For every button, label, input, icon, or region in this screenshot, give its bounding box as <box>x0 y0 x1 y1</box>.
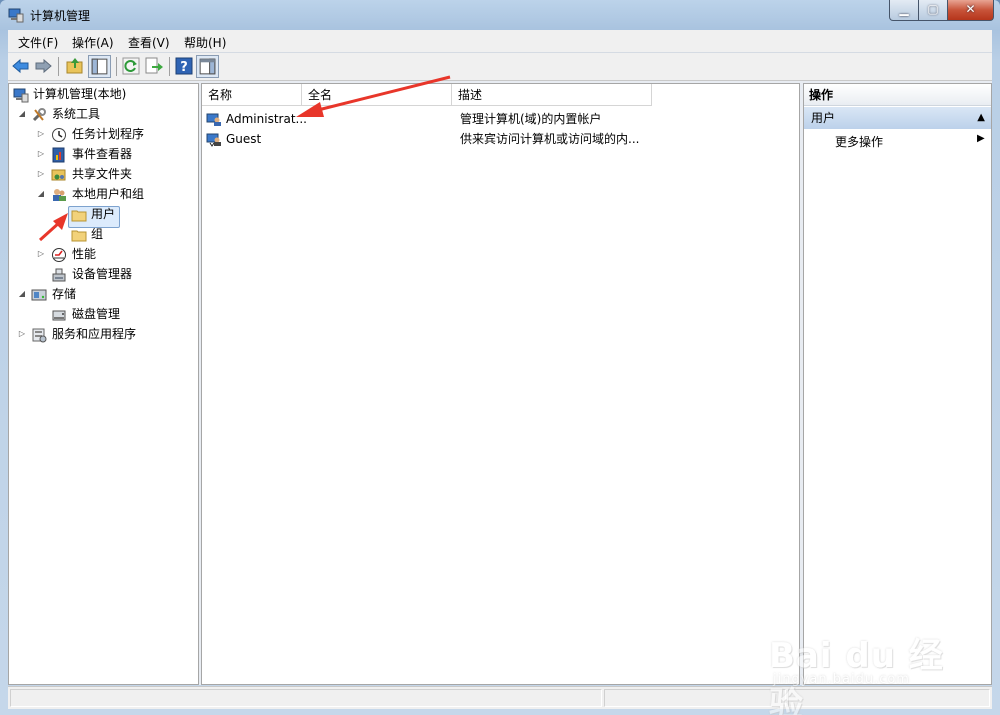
performance-icon <box>52 248 66 262</box>
minimize-icon: ▁ <box>899 2 909 16</box>
user-account-icon <box>206 113 221 126</box>
actions-header: 操作 <box>804 84 991 106</box>
close-button[interactable]: ✕ <box>947 0 994 21</box>
services-icon <box>32 328 47 343</box>
guest-account-icon <box>206 133 221 147</box>
folder-icon <box>71 210 87 222</box>
watermark-url: jingyan.baidu.com <box>773 672 910 687</box>
computer-management-icon <box>8 8 24 23</box>
collapsed-arrow-icon[interactable]: ▷ <box>36 144 46 164</box>
action-more-actions[interactable]: 更多操作 <box>835 132 883 152</box>
row-description: 管理计算机(域)的内置帐户 <box>460 112 602 126</box>
column-header-fullname[interactable]: 全名 <box>302 84 452 106</box>
tree-label: 用户 <box>91 207 116 221</box>
expanded-arrow-icon[interactable]: ◢ <box>36 184 46 204</box>
column-header-description[interactable]: 描述 <box>452 84 652 106</box>
actions-section-users[interactable]: 用户 ▲ <box>804 107 991 129</box>
tree-label: 组 <box>91 227 104 241</box>
title-bar[interactable]: 计算机管理 ▁ ▢ ✕ <box>0 0 1000 30</box>
tree-label: 设备管理器 <box>72 267 133 281</box>
computer-management-window: 计算机管理 ▁ ▢ ✕ 文件(F) 操作(A) 查看(V) 帮助(H) ? 计算… <box>0 0 1000 715</box>
window-title: 计算机管理 <box>30 9 91 23</box>
table-row[interactable]: Guest 供来宾访问计算机或访问域的内... <box>206 129 796 149</box>
expanded-arrow-icon[interactable]: ◢ <box>17 104 27 124</box>
minimize-button[interactable]: ▁ <box>889 0 919 21</box>
actions-pane: 操作 用户 ▲ 更多操作 ▶ <box>803 83 992 685</box>
console-tree: 计算机管理(本地) ◢ 系统工具 ▷ 任务计划程序 ▷ 事件查看器 ▷ 共享文件 <box>8 83 199 685</box>
up-folder-icon[interactable] <box>65 56 85 76</box>
help-icon[interactable]: ? <box>174 56 194 76</box>
row-name: Guest <box>226 132 262 146</box>
expanded-arrow-icon[interactable]: ◢ <box>17 284 27 304</box>
collapsed-arrow-icon[interactable]: ▷ <box>17 324 27 344</box>
user-list-view: 名称 全名 描述 Administrat... 管理计算机(域)的内置帐户 Gu… <box>201 83 800 685</box>
shared-folder-icon <box>51 169 66 181</box>
menu-help[interactable]: 帮助(H) <box>184 34 226 51</box>
tree-label: 任务计划程序 <box>72 127 145 141</box>
users-group-icon <box>53 189 66 201</box>
back-arrow-icon[interactable] <box>11 56 31 76</box>
forward-arrow-icon[interactable] <box>33 56 53 76</box>
toolbar-separator <box>169 57 170 76</box>
refresh-icon[interactable] <box>121 56 141 76</box>
collapsed-arrow-icon[interactable]: ▷ <box>36 124 46 144</box>
status-cell <box>10 689 602 707</box>
disk-icon <box>52 310 66 321</box>
toolbar: ? <box>8 53 992 81</box>
svg-text:?: ? <box>180 60 188 75</box>
row-name: Administrat... <box>226 112 307 126</box>
menu-view[interactable]: 查看(V) <box>128 34 170 51</box>
tree-label: 本地用户和组 <box>72 187 145 201</box>
show-hide-action-pane-icon[interactable] <box>196 55 219 78</box>
export-list-icon[interactable] <box>144 56 164 76</box>
folder-icon <box>71 230 87 242</box>
row-description: 供来宾访问计算机或访问域的内... <box>460 132 640 146</box>
tree-label: 系统工具 <box>52 107 101 121</box>
toolbar-separator <box>58 57 59 76</box>
maximize-button[interactable]: ▢ <box>918 0 948 21</box>
tree-label: 服务和应用程序 <box>52 327 137 341</box>
tree-label: 事件查看器 <box>72 147 133 161</box>
computer-management-icon <box>13 88 29 103</box>
collapse-up-icon[interactable]: ▲ <box>977 107 985 129</box>
actions-section-label: 用户 <box>811 111 836 125</box>
collapsed-arrow-icon[interactable]: ▷ <box>36 244 46 264</box>
tree-label: 磁盘管理 <box>72 307 121 321</box>
tools-icon <box>32 108 46 122</box>
menu-action[interactable]: 操作(A) <box>72 34 114 51</box>
submenu-arrow-icon[interactable]: ▶ <box>977 133 985 144</box>
action-label: 更多操作 <box>835 135 884 149</box>
collapsed-arrow-icon[interactable]: ▷ <box>36 164 46 184</box>
tree-label-root: 计算机管理(本地) <box>33 87 127 101</box>
baidu-jingyan-watermark: Bai du 经验 jingyan.baidu.com <box>765 610 955 715</box>
maximize-icon: ▢ <box>927 2 939 16</box>
tree-label: 存储 <box>52 287 77 301</box>
event-viewer-icon <box>52 147 65 163</box>
storage-icon <box>31 289 47 301</box>
status-cell <box>604 689 786 707</box>
close-icon: ✕ <box>965 2 976 16</box>
toolbar-separator <box>116 57 117 76</box>
show-hide-tree-icon[interactable] <box>88 55 111 78</box>
main-content: 计算机管理(本地) ◢ 系统工具 ▷ 任务计划程序 ▷ 事件查看器 ▷ 共享文件 <box>8 81 992 685</box>
menu-file[interactable]: 文件(F) <box>18 34 58 51</box>
device-manager-icon <box>52 268 66 282</box>
table-row[interactable]: Administrat... 管理计算机(域)的内置帐户 <box>206 109 796 129</box>
tree-label: 共享文件夹 <box>72 167 133 181</box>
menu-bar: 文件(F) 操作(A) 查看(V) 帮助(H) <box>8 30 992 53</box>
column-header-name[interactable]: 名称 <box>202 84 302 106</box>
tree-label: 性能 <box>72 247 97 261</box>
clock-icon <box>52 128 66 142</box>
